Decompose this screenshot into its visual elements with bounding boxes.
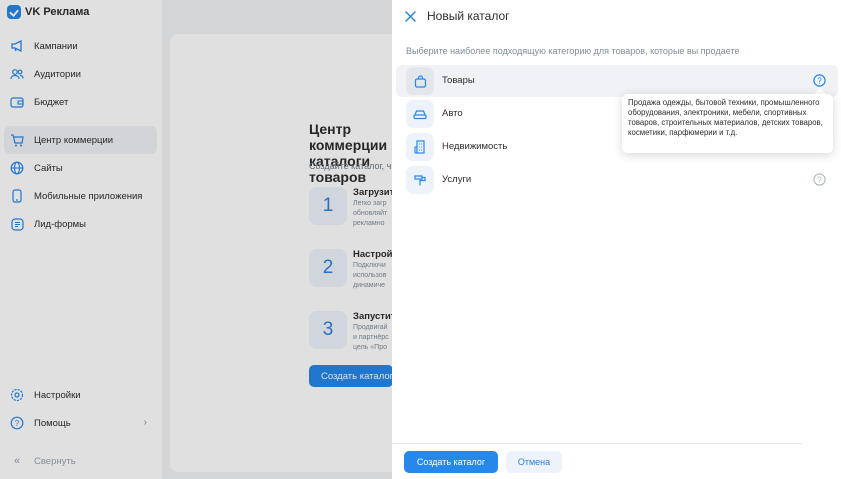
close-button[interactable] xyxy=(403,9,417,23)
modal-backdrop[interactable] xyxy=(0,0,392,479)
category-label: Авто xyxy=(442,108,463,119)
category-label: Услуги xyxy=(442,174,472,185)
category-goods[interactable]: Товары ? xyxy=(396,65,838,97)
shopping-bag-icon xyxy=(406,67,434,95)
svg-text:?: ? xyxy=(817,175,822,184)
svg-text:?: ? xyxy=(817,76,822,85)
cancel-button[interactable]: Отмена xyxy=(506,451,562,473)
footer-divider xyxy=(392,443,802,444)
category-label: Недвижимость xyxy=(442,141,508,152)
category-services[interactable]: Услуги ? xyxy=(396,164,838,196)
new-catalog-panel: Новый каталог Выберите наиболее подходящ… xyxy=(392,0,841,479)
close-icon xyxy=(404,10,416,22)
help-icon[interactable]: ? xyxy=(813,173,826,186)
car-icon xyxy=(406,100,434,128)
help-icon[interactable]: ? xyxy=(813,74,826,87)
panel-title: Новый каталог xyxy=(427,9,510,23)
category-tooltip: Продажа одежды, бытовой техники, промышл… xyxy=(622,94,833,153)
category-hint: Выберите наиболее подходящую категорию д… xyxy=(406,46,740,56)
category-label: Товары xyxy=(442,75,475,86)
create-catalog-button[interactable]: Создать каталог xyxy=(404,451,498,473)
services-icon xyxy=(406,166,434,194)
building-icon xyxy=(406,133,434,161)
